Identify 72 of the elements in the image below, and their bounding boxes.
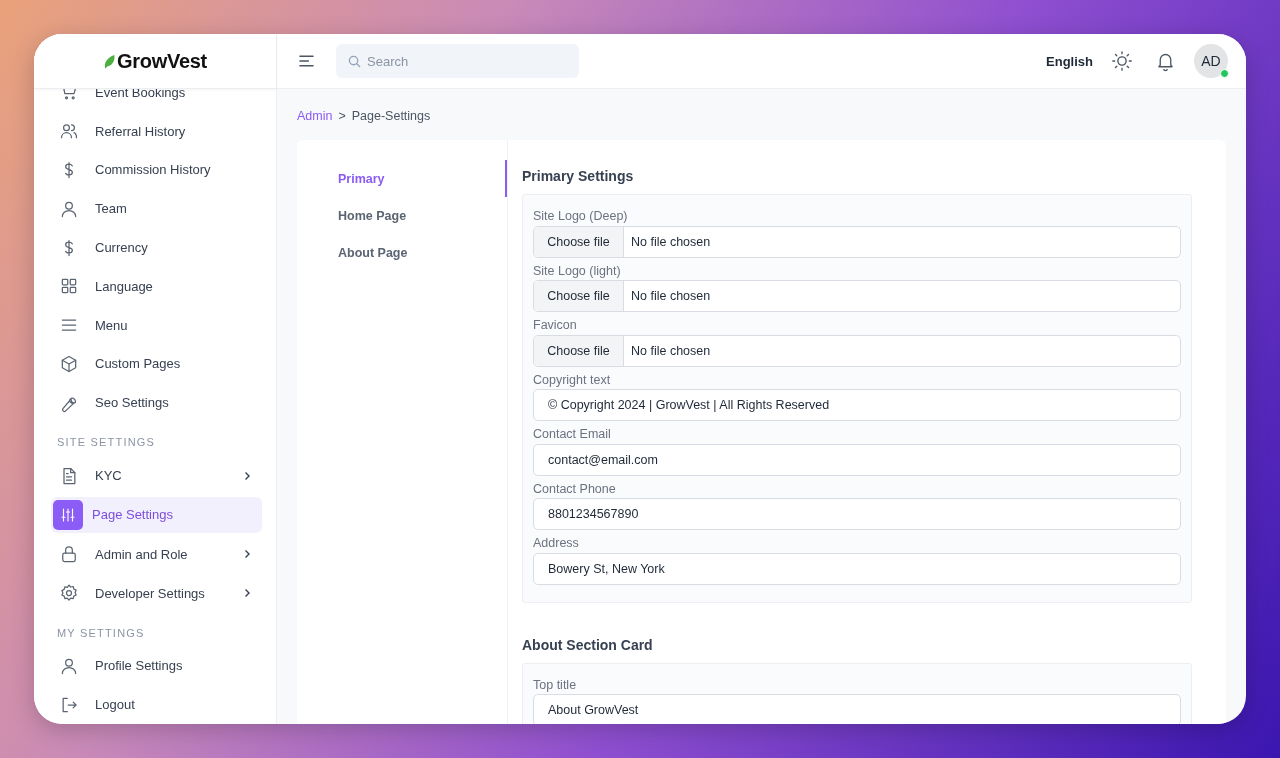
- choose-file-button[interactable]: Choose file: [534, 226, 624, 257]
- breadcrumb-text: Page-Settings: [351, 109, 431, 125]
- sliders-icon: [59, 505, 77, 524]
- sidebar-item[interactable]: KYC: [51, 456, 262, 495]
- cube-icon: [59, 353, 79, 374]
- sidebar-item[interactable]: Admin and Role: [51, 534, 262, 574]
- choose-file-button[interactable]: Choose file: [534, 335, 624, 366]
- settings-tab[interactable]: About Page: [297, 234, 507, 271]
- sidebar-item[interactable]: Seo Settings: [51, 383, 262, 423]
- field-label: Site Logo (Deep): [533, 208, 629, 225]
- sidebar-item[interactable]: Page Settings: [51, 496, 262, 533]
- sidebar-item[interactable]: Referral History: [51, 111, 262, 151]
- sidebar-item[interactable]: Commission History: [51, 150, 262, 190]
- field-label: Copyright text: [533, 371, 612, 389]
- field-label: Favicon: [533, 317, 578, 334]
- text-input[interactable]: © Copyright 2024 | GrowVest | All Rights Reserved: [533, 389, 1181, 421]
- settings-tab[interactable]: Home Page: [297, 197, 507, 234]
- sidebar-item[interactable]: Logout: [51, 685, 262, 724]
- text-input[interactable]: About GrowVest: [533, 694, 1181, 724]
- sidebar-item[interactable]: Language: [51, 267, 262, 306]
- item-label: Seo Settings: [95, 395, 170, 411]
- item-label: Profile Settings: [95, 658, 184, 674]
- sidebar-item[interactable]: Custom Pages: [51, 344, 262, 384]
- item-label: Custom Pages: [95, 356, 182, 372]
- item-label: Developer Settings: [95, 585, 206, 601]
- breadcrumb-link[interactable]: Admin: [297, 109, 333, 125]
- file-input[interactable]: Choose file No file chosen: [533, 280, 1181, 312]
- sidebar-item[interactable]: Profile Settings: [51, 646, 262, 686]
- sidebar-item[interactable]: Developer Settings: [51, 573, 262, 613]
- choose-file-button[interactable]: Choose file: [534, 281, 624, 311]
- brand-logo[interactable]: GrowVest: [117, 49, 207, 73]
- sidebar-item[interactable]: Menu: [51, 305, 262, 345]
- field-label: Site Logo (light): [533, 262, 622, 280]
- section-heading: MY SETTINGS: [56, 625, 146, 641]
- item-label: Menu: [95, 317, 129, 333]
- section-title: About Section Card: [522, 635, 654, 655]
- leaf-icon: [103, 52, 117, 70]
- item-label: Team: [95, 201, 128, 217]
- field-label: Contact Email: [533, 426, 612, 443]
- text-input[interactable]: Bowery St, New York: [533, 552, 1181, 585]
- lock-icon: [59, 544, 79, 565]
- menu-icon[interactable]: [299, 55, 314, 67]
- breadcrumb-text: >: [338, 109, 346, 125]
- search-field[interactable]: Search: [336, 44, 579, 78]
- sidebar-item[interactable]: Team: [51, 189, 262, 229]
- item-label: KYC: [95, 468, 123, 484]
- item-label: Admin and Role: [95, 546, 189, 562]
- gear-icon: [59, 583, 79, 604]
- file-input[interactable]: Choose file No file chosen: [533, 225, 1181, 258]
- section-heading: SITE SETTINGS: [56, 435, 157, 451]
- file-status: No file chosen: [630, 342, 711, 360]
- section-title: Primary Settings: [522, 167, 635, 186]
- file-input[interactable]: Choose file No file chosen: [533, 334, 1181, 367]
- text-input[interactable]: 8801234567890: [533, 498, 1181, 530]
- item-label: Referral History: [95, 123, 187, 139]
- user-avatar[interactable]: AD: [1194, 44, 1228, 78]
- sun-icon[interactable]: [1111, 50, 1133, 72]
- field-label: Address: [533, 535, 580, 552]
- sidebar-item[interactable]: Currency: [51, 228, 262, 267]
- settings-tab[interactable]: Primary: [297, 160, 507, 197]
- item-label: Logout: [95, 697, 136, 713]
- field-label: Contact Phone: [533, 480, 617, 498]
- item-label: Commission History: [95, 162, 212, 178]
- field-label: Top title: [533, 676, 578, 694]
- item-label: Language: [95, 278, 154, 294]
- item-label: Page Settings: [92, 507, 174, 523]
- search-icon: [348, 54, 361, 68]
- language-selector[interactable]: English: [1046, 53, 1093, 69]
- item-label: Currency: [95, 240, 149, 256]
- text-input[interactable]: contact@email.com: [533, 443, 1181, 476]
- file-status: No file chosen: [630, 288, 711, 305]
- file-status: No file chosen: [630, 233, 711, 251]
